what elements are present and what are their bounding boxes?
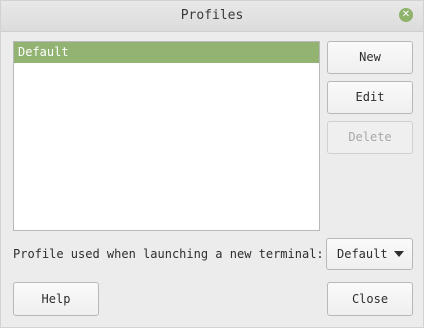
launch-profile-dropdown[interactable]: Default <box>326 238 413 270</box>
edit-button[interactable]: Edit <box>327 81 413 114</box>
launch-profile-label: Profile used when launching a new termin… <box>13 247 324 261</box>
profile-list[interactable]: Default <box>13 41 320 231</box>
profiles-dialog: Profiles ✕ Default New Edit Delete Profi… <box>0 0 424 328</box>
titlebar: Profiles ✕ <box>1 1 423 32</box>
close-button[interactable]: Close <box>327 282 413 316</box>
new-button[interactable]: New <box>327 41 413 74</box>
triangle-down-icon <box>394 251 404 257</box>
profile-list-item[interactable]: Default <box>14 42 319 63</box>
help-button[interactable]: Help <box>13 282 99 316</box>
dialog-title: Profiles <box>180 8 244 23</box>
launch-profile-value: Default <box>337 247 388 261</box>
close-icon[interactable]: ✕ <box>399 8 413 22</box>
delete-button[interactable]: Delete <box>327 121 413 154</box>
